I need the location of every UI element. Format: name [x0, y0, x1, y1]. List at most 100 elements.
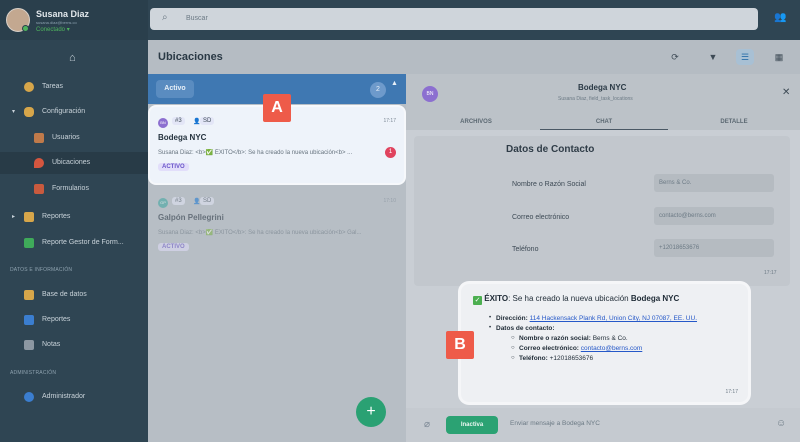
- sidebar-item-notas[interactable]: Notas: [0, 334, 148, 356]
- paperclip-icon[interactable]: ⌀: [424, 419, 430, 430]
- chat-title: Bodega NYC: [578, 83, 627, 92]
- team-icon[interactable]: 👥: [774, 12, 786, 23]
- sidebar-item-label: Base de datos: [42, 291, 87, 298]
- sidebar-item-formularios[interactable]: Formularios: [0, 178, 148, 200]
- tab-detalle[interactable]: DETALLE: [670, 114, 798, 130]
- bullet: ○: [511, 355, 515, 361]
- tab-activo[interactable]: Activo: [156, 80, 194, 98]
- status-toggle-button[interactable]: Inactiva: [446, 416, 498, 434]
- sidebar-item-label: Formularios: [52, 185, 89, 192]
- sidebar-item-usuarios[interactable]: Usuarios: [0, 127, 148, 149]
- sidebar: Susana Diaz susana.diaz@berns.co Conecta…: [0, 0, 148, 442]
- sidebar-item-administrador[interactable]: Administrador: [0, 386, 148, 408]
- home-button[interactable]: ⌂: [0, 48, 148, 68]
- sidebar-item-tareas[interactable]: Tareas: [0, 76, 148, 98]
- search-input[interactable]: ⌕ Buscar: [150, 8, 758, 30]
- folder-icon: [24, 340, 34, 350]
- sidebar-item-label: Administrador: [42, 393, 86, 400]
- phone-label: Teléfono:: [519, 355, 548, 362]
- filter-button[interactable]: ▼: [704, 49, 722, 65]
- email-link[interactable]: contacto@berns.com: [581, 345, 643, 352]
- users-icon: [34, 133, 44, 143]
- annotation-badge-a: A: [263, 94, 291, 122]
- address-line: Dirección: 114 Hackensack Plank Rd, Unio…: [496, 315, 697, 322]
- count-badge[interactable]: 2: [370, 82, 386, 98]
- admin-icon: [24, 392, 34, 402]
- chat-subtitle: Susana Diaz, field_task_locations: [558, 96, 633, 102]
- email-label: Correo electrónico:: [519, 345, 579, 352]
- sidebar-item-label: Reporte Gestor de Form...: [42, 239, 124, 246]
- location-name: Bodega NYC: [630, 294, 680, 303]
- close-icon[interactable]: ✕: [782, 87, 790, 98]
- sidebar-item-label: Ubicaciones: [52, 159, 91, 166]
- list-item-galpon-pellegrini[interactable]: GP #3 👤 SD 17:10 Galpón Pellegrini Susan…: [150, 187, 404, 263]
- field-value: Berns & Co.: [654, 174, 774, 192]
- ticket-number: #3: [172, 117, 185, 125]
- refresh-button[interactable]: ⟳: [666, 49, 684, 65]
- bullet: ○: [511, 335, 515, 341]
- sidebar-item-label: Reportes: [42, 316, 71, 323]
- message-text: : Se ha creado la nueva ubicación: [508, 294, 631, 303]
- tab-chat[interactable]: CHAT: [540, 114, 668, 130]
- sidebar-item-reportes-datos[interactable]: Reportes: [0, 309, 148, 331]
- search-icon: ⌕: [162, 12, 168, 23]
- message-time: 17:17: [725, 389, 738, 395]
- chat-message-bubble: ✓ ÉXITO: Se ha creado la nueva ubicación…: [461, 284, 748, 402]
- status-badge: ACTIVO: [158, 243, 189, 251]
- section-heading-administracion: ADMINISTRACIÓN: [10, 370, 57, 376]
- user-panel[interactable]: Susana Diaz susana.diaz@berns.co Conecta…: [0, 0, 148, 40]
- field-value: contacto@berns.com: [654, 207, 774, 225]
- check-icon: ✓: [473, 296, 482, 305]
- sidebar-item-configuracion[interactable]: ▾ Configuración: [0, 101, 148, 123]
- cloud-icon: [24, 107, 34, 117]
- contact-card: Datos de Contacto Nombre o Razón Social …: [414, 136, 790, 286]
- search-placeholder: Buscar: [186, 15, 208, 22]
- table-view-button[interactable]: ▦: [770, 49, 788, 65]
- user-status-dropdown[interactable]: Conectado ▾: [36, 26, 70, 33]
- sidebar-item-base-de-datos[interactable]: Base de datos: [0, 284, 148, 306]
- sidebar-item-ubicaciones[interactable]: Ubicaciones: [0, 152, 148, 174]
- address-label: Dirección:: [496, 315, 528, 322]
- message-input[interactable]: Enviar mensaje a Bodega NYC: [510, 420, 600, 427]
- field-label: Teléfono: [512, 246, 539, 253]
- report-form-icon: [24, 238, 34, 248]
- section-heading-datos: DATOS E INFORMACIÓN: [10, 267, 73, 273]
- chevron-up-icon[interactable]: ▲: [391, 80, 398, 87]
- annotation-badge-b: B: [446, 331, 474, 359]
- conversation-list: Activo 2 ▲ BN #3 👤 SD 17:17 Bodega NYC S…: [148, 74, 406, 442]
- message-time: 17:10: [383, 198, 396, 204]
- address-link[interactable]: 114 Hackensack Plank Rd, Union City, NJ …: [530, 315, 697, 322]
- bullet: ○: [511, 345, 515, 351]
- reports-icon: [24, 212, 34, 222]
- ticket-number: #3: [172, 197, 185, 205]
- online-status-dot: [22, 25, 29, 32]
- chat-header: BN Bodega NYC Susana Diaz, field_task_lo…: [406, 74, 800, 114]
- add-button[interactable]: +: [356, 397, 386, 427]
- sidebar-item-reporte-gestor[interactable]: Reporte Gestor de Form...: [0, 232, 148, 254]
- emoji-icon[interactable]: ☺: [776, 418, 786, 429]
- sidebar-item-reportes[interactable]: ▸ Reportes: [0, 206, 148, 228]
- forms-icon: [34, 184, 44, 194]
- assignee-badge: SD: [200, 197, 215, 205]
- sidebar-item-label: Tareas: [42, 83, 64, 90]
- contact-name-line: Nombre o razón social: Berns & Co.: [519, 335, 628, 342]
- reports-icon: [24, 315, 34, 325]
- list-view-button[interactable]: ☰: [736, 49, 754, 65]
- message-time: 17:17: [764, 270, 777, 276]
- name-value: Berns & Co.: [592, 335, 628, 342]
- home-icon: ⌂: [69, 52, 76, 64]
- sidebar-item-label: Configuración: [42, 108, 86, 115]
- field-label: Correo electrónico: [512, 214, 570, 221]
- status-toggle-label: Inactiva: [460, 422, 484, 428]
- success-label: ÉXITO: [484, 294, 509, 303]
- field-value: +12018653676: [654, 239, 774, 257]
- tasks-icon: [24, 82, 34, 92]
- contact-email-line: Correo electrónico: contacto@berns.com: [519, 345, 642, 352]
- tab-archivos[interactable]: ARCHIVOS: [412, 114, 540, 130]
- chevron-right-icon: ▸: [12, 214, 16, 220]
- chevron-down-icon: ▾: [12, 109, 16, 115]
- phone-value: +12018653676: [549, 355, 594, 362]
- message-heading: ✓ ÉXITO: Se ha creado la nueva ubicación…: [473, 294, 679, 305]
- location-name: Galpón Pellegrini: [158, 213, 224, 222]
- chat-avatar: BN: [422, 86, 438, 102]
